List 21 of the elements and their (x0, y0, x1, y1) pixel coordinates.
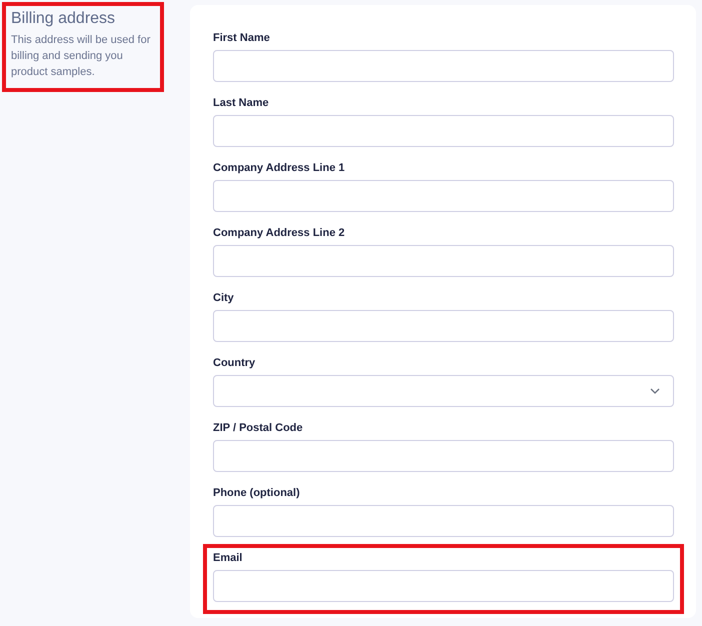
chevron-down-icon (650, 388, 660, 394)
input-field[interactable] (213, 180, 674, 212)
input-field[interactable] (213, 440, 674, 472)
field-label: Last Name (213, 96, 270, 111)
field-label: City (213, 291, 235, 306)
input-field[interactable] (213, 505, 674, 537)
input-field[interactable] (213, 310, 674, 342)
input-field[interactable] (213, 115, 674, 147)
field-label: Phone (optional) (213, 486, 301, 501)
field-label: Company Address Line 1 (213, 161, 346, 176)
field-label: Email (213, 551, 244, 566)
select-field[interactable] (213, 375, 674, 407)
input-field[interactable] (213, 245, 674, 277)
section-description: This address will be used for billing and sending you product samples. (11, 33, 152, 80)
field-label: ZIP / Postal Code (213, 421, 304, 436)
input-field[interactable] (213, 50, 674, 82)
section-title: Billing address (11, 9, 116, 29)
field-label: Company Address Line 2 (213, 226, 346, 241)
input-field[interactable] (213, 570, 674, 602)
field-label: Country (213, 356, 256, 371)
field-label: First Name (213, 31, 271, 46)
